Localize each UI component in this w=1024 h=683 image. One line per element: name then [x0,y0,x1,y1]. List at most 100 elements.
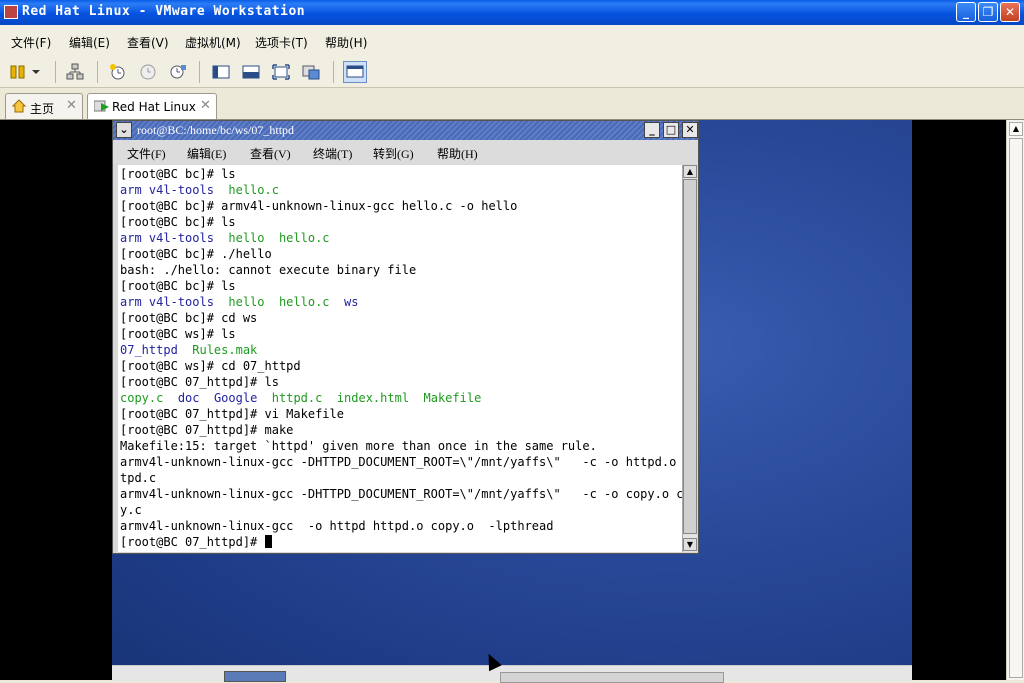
scroll-up-icon[interactable]: ▲ [1009,122,1023,136]
terminal-text-segment: hello [228,231,265,245]
terminal-line: [root@BC 07_httpd]# [120,534,272,550]
terminal-scroll-down-icon[interactable]: ▼ [683,538,697,551]
tab-red-hat-linux-label: Red Hat Linux [112,100,196,114]
terminal-line: [root@BC ws]# ls [120,326,236,342]
tab-red-hat-linux[interactable]: Red Hat Linux ✕ [87,93,217,119]
chevron-down-icon[interactable] [30,62,42,82]
terminal-line: armv4l-unknown-linux-gcc -DHTTPD_DOCUMEN… [120,486,682,502]
terminal-title: root@BC:/home/bc/ws/07_httpd [137,123,295,137]
terminal-line: copy.c doc Google httpd.c index.html Mak… [120,390,481,406]
terminal-scroll-up-icon[interactable]: ▲ [683,165,697,178]
terminal-menu-file[interactable]: 文件(F) [127,145,166,162]
terminal-line: Makefile:15: target `httpd' given more t… [120,438,597,454]
snapshot-icon[interactable] [108,62,128,82]
terminal-output[interactable]: [root@BC bc]# ls arm v4l-tools hello.c [ro… [118,165,682,552]
terminal-text-segment: [root@BC bc]# ls [120,167,236,181]
terminal-text-segment: armv4l-unknown-linux-gcc -DHTTPD_DOCUMEN… [120,455,682,469]
play-icon [94,100,109,112]
terminal-text-segment: y.c [120,503,142,517]
scroll-thumb[interactable] [1009,138,1023,678]
terminal-line: armv4l-unknown-linux-gcc -o httpd httpd.… [120,518,553,534]
terminal-text-segment: tpd.c [120,471,157,485]
terminal-line: arm v4l-tools hello hello.c [120,230,330,246]
workspace-switcher[interactable] [224,671,286,682]
terminal-titlebar[interactable]: ⌄ root@BC:/home/bc/ws/07_httpd _ □ ✕ [113,121,698,140]
window-menu-icon[interactable]: ⌄ [116,122,132,138]
terminal-text-segment: [root@BC bc]# armv4l-unknown-linux-gcc h… [120,199,518,213]
terminal-text-segment: arm v4l-tools [120,183,214,197]
terminal-text-segment: httpd.c [271,391,323,405]
terminal-maximize-button[interactable]: □ [663,122,679,138]
vertical-scrollbar[interactable]: ▲ [1006,120,1024,680]
tab-home[interactable]: 主页 ✕ [5,93,83,119]
pause-icon[interactable] [8,62,28,82]
terminal-text-segment: [root@BC 07_httpd]# make [120,423,294,437]
quick-switch-icon[interactable] [343,61,367,83]
terminal-text-segment: Makefile [423,391,482,405]
menu-vm[interactable]: 虚拟机(M) [185,34,241,51]
snapshot-manager-icon[interactable] [168,62,188,82]
network-icon[interactable] [65,62,85,82]
terminal-menu-help[interactable]: 帮助(H) [437,145,478,162]
terminal-scrollbar[interactable]: ▲ ▼ [682,165,697,552]
minimize-button[interactable]: _ [956,2,976,22]
terminal-line: [root@BC bc]# ./hello [120,246,272,262]
terminal-text-segment: Rules.mak [192,343,258,357]
terminal-text-segment: hello.c [228,183,279,197]
menu-view[interactable]: 查看(V) [127,34,169,51]
terminal-text-segment: Google [213,391,258,405]
terminal-text-segment: [root@BC 07_httpd]# [120,535,265,549]
console-view-icon[interactable] [241,62,261,82]
guest-bottom-panel[interactable] [112,665,912,683]
menu-file[interactable]: 文件(F) [11,34,51,51]
menu-help[interactable]: 帮助(H) [325,34,367,51]
terminal-line: arm v4l-tools hello hello.c ws [120,294,358,310]
terminal-close-button[interactable]: ✕ [682,122,698,138]
terminal-text-segment: [root@BC ws]# ls [120,327,236,341]
menu-tabs[interactable]: 选项卡(T) [255,34,308,51]
terminal-text-segment: copy.c [120,391,164,405]
maximize-button[interactable]: ❐ [978,2,998,22]
terminal-menu-view[interactable]: 查看(V) [250,145,291,162]
terminal-text-segment: [root@BC ws]# cd 07_httpd [120,359,301,373]
tab-home-close-icon[interactable]: ✕ [66,98,77,113]
terminal-text-segment: bash: ./hello: cannot execute binary fil… [120,263,417,277]
close-button[interactable]: ✕ [1000,2,1020,22]
terminal-window[interactable]: ⌄ root@BC:/home/bc/ws/07_httpd _ □ ✕ 文件(… [112,120,699,554]
vmware-app-icon [4,5,18,19]
terminal-line: [root@BC 07_httpd]# make [120,422,293,438]
taskbar-button[interactable] [500,672,724,683]
terminal-minimize-button[interactable]: _ [644,122,660,138]
fullscreen-icon[interactable] [271,62,291,82]
terminal-text-segment: Makefile:15: target `httpd' given more t… [120,439,597,453]
terminal-cursor [264,535,272,548]
terminal-menu-edit[interactable]: 编辑(E) [187,145,226,162]
unity-icon[interactable] [301,62,321,82]
revert-snapshot-icon[interactable] [138,62,158,82]
terminal-text-segment: [root@BC bc]# ls [120,279,236,293]
tab-bar: 主页 ✕ Red Hat Linux ✕ [0,88,1024,120]
terminal-menu-goto[interactable]: 转到(G) [373,145,414,162]
show-sidebar-icon[interactable] [211,62,231,82]
terminal-line: [root@BC 07_httpd]# vi Makefile [120,406,344,422]
terminal-text-segment: armv4l-unknown-linux-gcc -o httpd httpd.… [120,519,554,533]
tab-red-hat-linux-close-icon[interactable]: ✕ [200,98,211,113]
terminal-line: [root@BC 07_httpd]# ls [120,374,279,390]
home-icon [12,99,26,113]
terminal-menu-terminal[interactable]: 终端(T) [313,145,352,162]
terminal-scroll-thumb[interactable] [683,179,697,534]
terminal-text-segment: [root@BC 07_httpd]# ls [120,375,279,389]
menu-bar: 文件(F) 编辑(E) 查看(V) 虚拟机(M) 选项卡(T) 帮助(H) [0,25,1024,57]
terminal-line: [root@BC bc]# cd ws [120,310,257,326]
menu-edit[interactable]: 编辑(E) [69,34,110,51]
terminal-text-segment: arm v4l-tools [120,295,214,309]
